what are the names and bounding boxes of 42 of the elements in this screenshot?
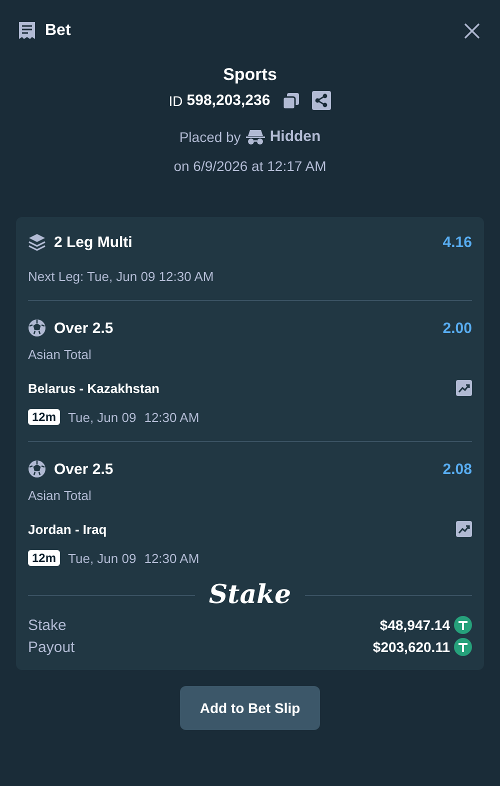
match-time: 12:30 AM [144,410,200,424]
placed-date: on 6/9/2026 at 12:17 AM [174,158,326,174]
multi-title: 2 Leg Multi [54,234,132,250]
placed-by-label: Placed by [179,128,241,144]
match-time: 12:30 AM [144,550,200,566]
dialog-title: Bet [45,22,72,40]
market-name: Asian Total [28,488,92,503]
copy-button[interactable] [282,92,300,110]
tether-coin-icon [454,638,472,656]
soccer-ball-icon [28,319,46,337]
brand-logo: Stake [208,580,292,610]
placed-by-user: Hidden [270,128,321,145]
total-amount: $48,947.14 [380,617,450,633]
bet-category: Sports [223,65,277,85]
add-to-bet-slip-button[interactable]: Add to Bet Slip [180,686,320,730]
incognito-icon [246,128,265,144]
bet-id: 598,203,236 [186,92,270,109]
soccer-ball-icon [28,460,46,478]
countdown-tag: 12m [28,550,60,566]
leg-odds: 2.08 [442,460,472,478]
trend-chart-icon[interactable] [456,380,472,396]
leg-odds: 2.00 [442,320,472,336]
layers-icon [28,233,46,251]
receipt-icon [17,21,37,41]
match-date: Tue, Jun 09 [68,550,136,566]
match-name: Belarus - Kazakhstan [28,380,160,396]
total-label: Stake [28,616,66,634]
trend-chart-icon[interactable] [456,521,472,537]
next-leg-time: Next Leg: Tue, Jun 09 12:30 AM [28,269,215,284]
share-button[interactable] [312,91,332,110]
total-odds: 4.16 [442,234,472,250]
market-name: Asian Total [28,347,92,362]
total-label: Payout [28,638,75,656]
close-button[interactable] [462,21,482,41]
match-name: Jordan - Iraq [28,522,107,536]
id-label: ID [168,92,183,108]
total-amount: $203,620.11 [372,639,450,655]
match-date: Tue, Jun 09 [68,410,136,424]
selection-name: Over 2.5 [54,320,114,336]
countdown-tag: 12m [28,409,60,425]
selection-name: Over 2.5 [54,460,114,478]
tether-coin-icon [454,616,472,634]
